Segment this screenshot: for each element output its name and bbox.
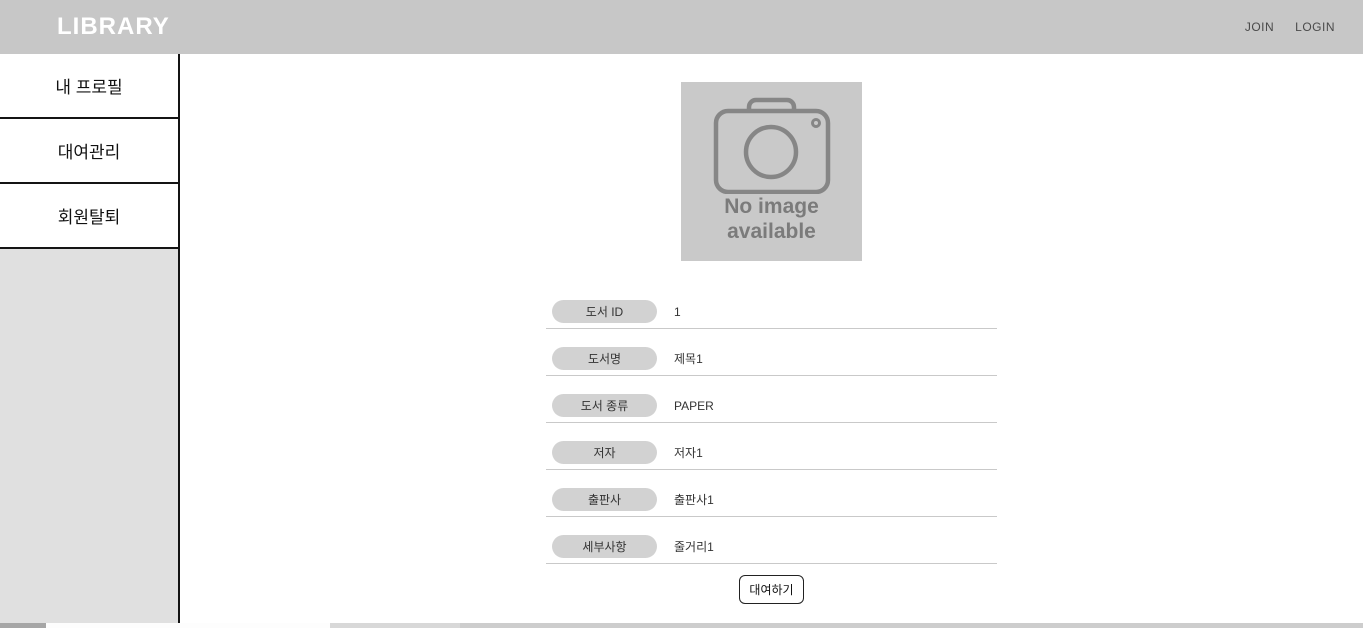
field-value: 1 [674, 305, 681, 319]
field-row-title: 도서명 제목1 [546, 329, 997, 376]
scrollbar-segment [330, 623, 460, 628]
sidebar: 내 프로필 대여관리 회원탈퇴 [0, 54, 180, 623]
field-row-id: 도서 ID 1 [546, 282, 997, 329]
main-content: No image available 도서 ID 1 도서명 제목1 도서 종류… [180, 54, 1363, 623]
sidebar-filler [0, 249, 178, 623]
sidebar-item-profile[interactable]: 내 프로필 [0, 54, 178, 119]
sidebar-item-withdraw[interactable]: 회원탈퇴 [0, 184, 178, 249]
book-cover-placeholder: No image available [681, 82, 862, 261]
field-label-pill: 저자 [552, 441, 657, 464]
field-value: 제목1 [674, 350, 703, 367]
field-label-pill: 출판사 [552, 488, 657, 511]
sidebar-item-label: 내 프로필 [55, 73, 122, 98]
camera-icon [693, 94, 850, 194]
sidebar-item-rentals[interactable]: 대여관리 [0, 119, 178, 184]
field-label-pill: 도서명 [552, 347, 657, 370]
field-value: PAPER [674, 399, 714, 413]
join-link[interactable]: JOIN [1245, 20, 1274, 34]
sidebar-item-label: 대여관리 [58, 138, 121, 163]
book-detail-panel: No image available 도서 ID 1 도서명 제목1 도서 종류… [546, 82, 997, 604]
scrollbar-segment [0, 623, 46, 628]
sidebar-item-label: 회원탈퇴 [58, 203, 121, 228]
field-row-publisher: 출판사 출판사1 [546, 470, 997, 517]
field-label-pill: 도서 ID [552, 300, 657, 323]
scrollbar-segment [460, 623, 1363, 628]
bottom-scrollbar[interactable] [0, 623, 1363, 628]
field-label-pill: 세부사항 [552, 535, 657, 558]
app-header: LIBRARY JOIN LOGIN [0, 0, 1363, 54]
field-row-type: 도서 종류 PAPER [546, 376, 997, 423]
rent-button[interactable]: 대여하기 [739, 575, 803, 604]
header-nav: JOIN LOGIN [1245, 20, 1335, 34]
field-value: 줄거리1 [674, 538, 714, 555]
field-row-details: 세부사항 줄거리1 [546, 517, 997, 564]
login-link[interactable]: LOGIN [1295, 20, 1335, 34]
field-row-author: 저자 저자1 [546, 423, 997, 470]
book-detail-fields: 도서 ID 1 도서명 제목1 도서 종류 PAPER 저자 저자1 출판사 [546, 282, 997, 564]
page-body: 내 프로필 대여관리 회원탈퇴 No image available [0, 54, 1363, 623]
no-image-text: No image available [724, 194, 819, 244]
field-label-pill: 도서 종류 [552, 394, 657, 417]
field-value: 저자1 [674, 444, 703, 461]
field-value: 출판사1 [674, 491, 714, 508]
rent-button-wrap: 대여하기 [546, 575, 997, 604]
scrollbar-segment [46, 623, 330, 628]
brand-logo[interactable]: LIBRARY [57, 13, 170, 41]
